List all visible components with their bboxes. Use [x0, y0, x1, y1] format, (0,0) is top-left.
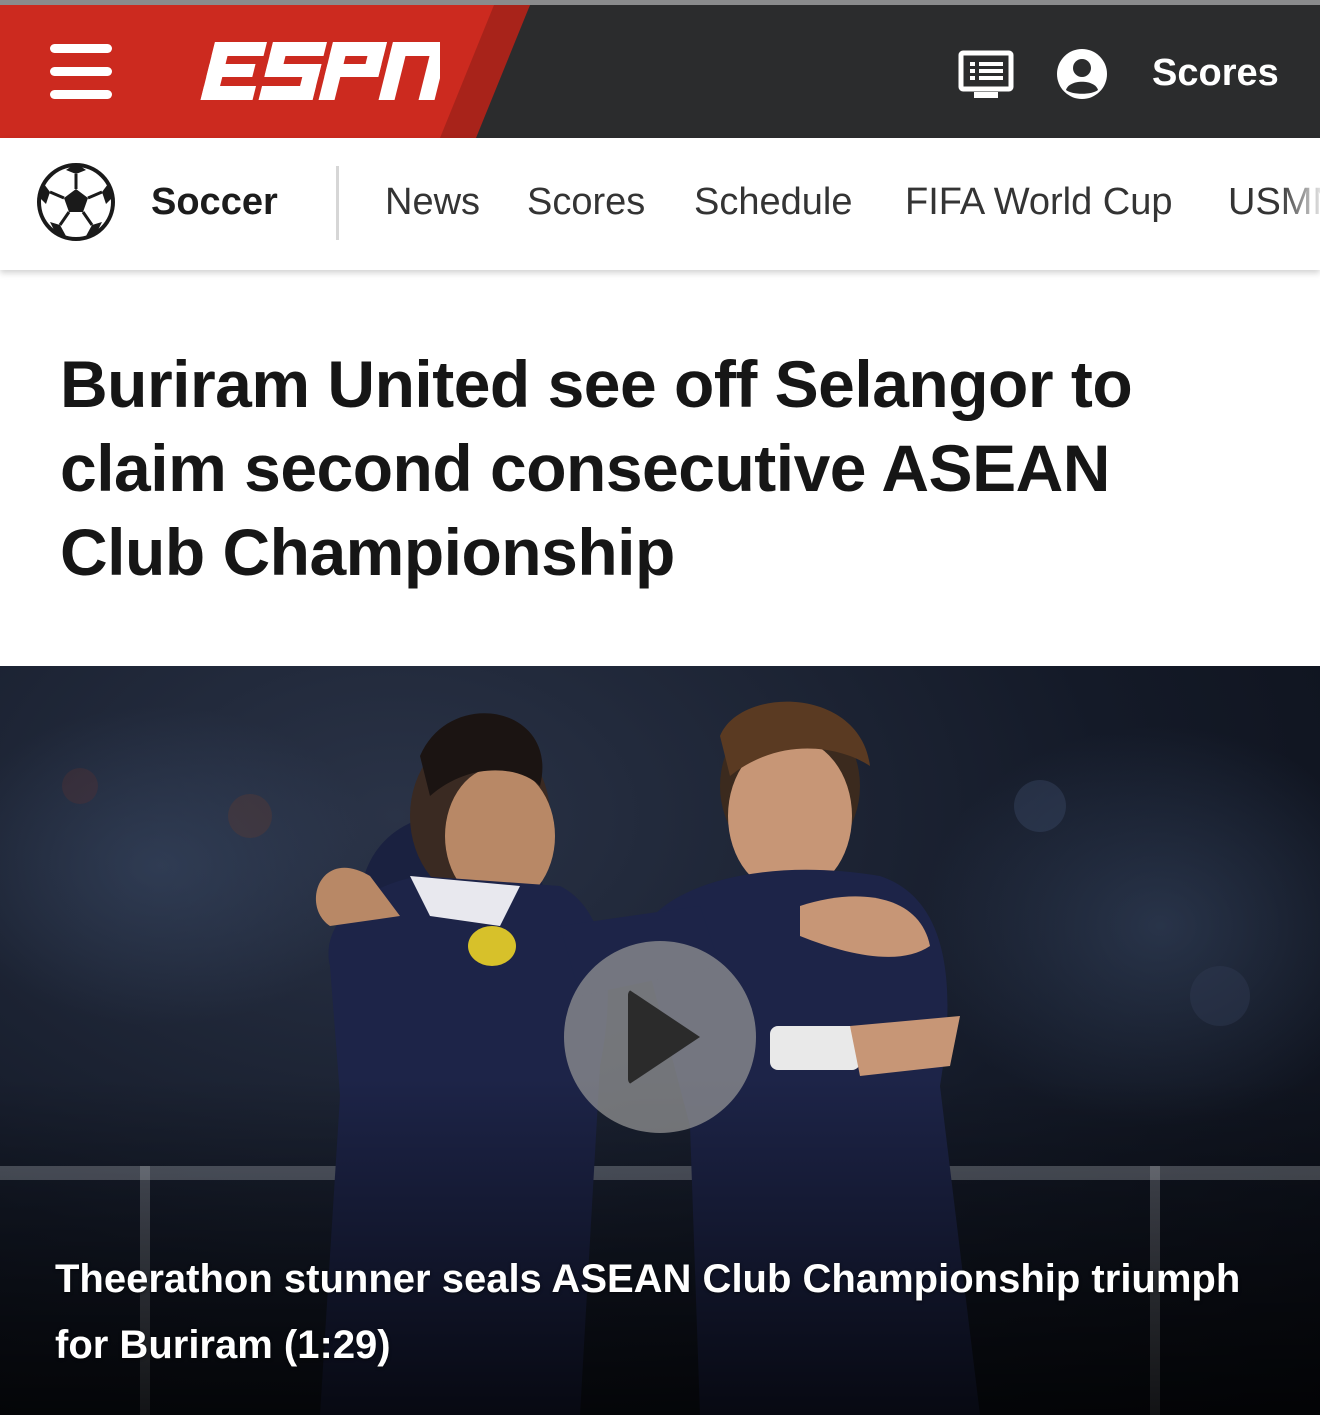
video-player[interactable]: Theerathon stunner seals ASEAN Club Cham… — [0, 666, 1320, 1415]
user-account-icon[interactable] — [1056, 48, 1108, 100]
espn-logo[interactable] — [200, 38, 440, 104]
subnav-scroll-fade — [1280, 138, 1320, 270]
subnav-item-scores[interactable]: Scores — [527, 178, 645, 226]
header-top-edge — [0, 0, 1320, 5]
tv-guide-icon[interactable] — [958, 50, 1014, 100]
play-icon — [628, 989, 700, 1085]
video-caption[interactable]: Theerathon stunner seals ASEAN Club Cham… — [55, 1246, 1255, 1378]
menu-icon[interactable] — [50, 44, 112, 100]
soccer-ball-icon[interactable] — [36, 162, 116, 242]
sport-subnav: Soccer News Scores Schedule FIFA World C… — [0, 138, 1320, 270]
article-headline: Buriram United see off Selangor to claim… — [60, 347, 1133, 589]
top-header: Scores — [0, 0, 1320, 138]
subnav-item-news[interactable]: News — [385, 178, 480, 226]
subnav-divider — [336, 166, 339, 240]
play-button[interactable] — [564, 941, 756, 1133]
scores-link[interactable]: Scores — [1152, 48, 1279, 98]
subnav-item-fifa-world-cup[interactable]: FIFA World Cup — [905, 178, 1173, 226]
subnav-item-schedule[interactable]: Schedule — [694, 178, 852, 226]
sport-title[interactable]: Soccer — [151, 178, 278, 226]
